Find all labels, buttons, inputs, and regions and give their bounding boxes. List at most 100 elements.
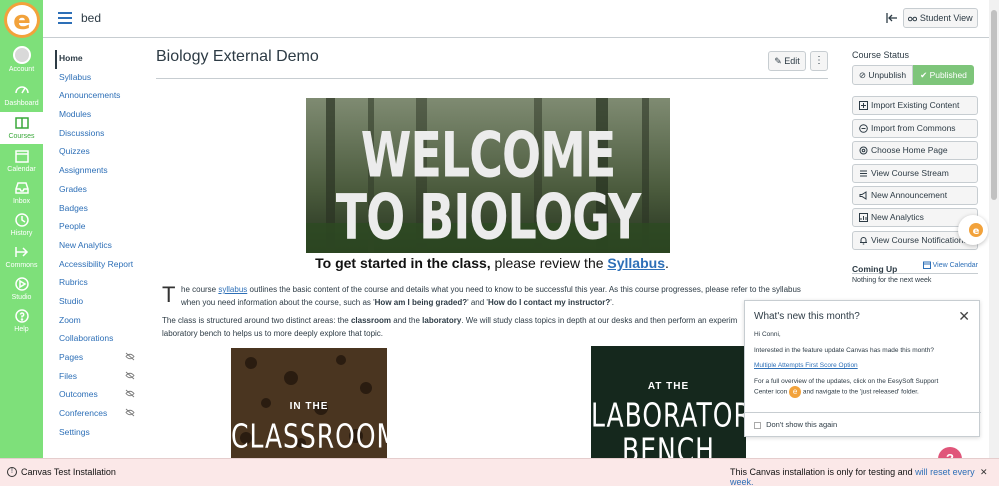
lab-caption-small: AT THE [647,381,690,392]
more-options-button[interactable]: ⋮ [810,51,828,71]
global-nav-courses[interactable]: Courses [0,112,43,144]
structure-text-a: The class is structured around two disti… [162,316,351,325]
intro-question-2: How do I contact my instructor? [487,298,611,307]
popup-greeting: Hi Conni, [754,331,781,338]
course-nav-label: Conferences [59,408,108,419]
global-nav-commons[interactable]: Commons [0,244,43,270]
lab-caption-big-2: BENCH [622,431,715,458]
megaphone-icon [859,191,867,200]
course-nav-discussions[interactable]: Discussions [55,125,140,144]
inbox-icon [14,182,29,194]
course-nav-rubrics[interactable]: Rubrics [55,274,140,293]
dont-show-checkbox[interactable] [754,421,761,429]
global-nav-studio[interactable]: Studio [0,276,43,302]
course-nav-label: Outcomes [59,389,98,400]
eesysoft-mini-icon: e [789,385,802,398]
global-nav-label: Commons [5,262,38,269]
info-icon: ! [7,467,17,477]
popup-feature-link[interactable]: Multiple Attempts First Score Option [754,362,858,369]
global-nav-history[interactable]: History [0,212,43,238]
course-nav-files[interactable]: Files [55,368,140,387]
intro-text-d: ' and ' [467,298,488,307]
edit-button[interactable]: ✎ Edit [768,51,806,71]
course-nav-grades[interactable]: Grades [55,181,140,200]
svg-text:e: e [973,226,980,237]
eesysoft-logo[interactable]: e [2,0,42,40]
analytics-icon [859,213,868,222]
collapse-sidebar-icon[interactable] [885,11,899,25]
unpublish-label: Unpublish [868,70,907,80]
global-nav-help[interactable]: Help [0,308,43,334]
course-nav-home[interactable]: Home [55,50,140,69]
choose-home-page-button[interactable]: Choose Home Page [852,141,978,160]
course-nav-outcomes[interactable]: Outcomes [55,386,140,405]
course-nav-syllabus[interactable]: Syllabus [55,69,140,88]
popup-line2b: Center icon [754,388,788,396]
commons-icon [859,124,868,133]
classroom-caption-small: IN THE [289,401,329,412]
course-nav-people[interactable]: People [55,218,140,237]
sidebar-button-label: New Analytics [871,212,924,222]
new-announcement-button[interactable]: New Announcement [852,186,978,205]
import-from-commons-button[interactable]: Import from Commons [852,119,978,138]
published-button[interactable]: ✔ Published [913,65,974,85]
eesysoft-support-tab[interactable]: e [958,215,988,245]
course-nav-announcements[interactable]: Announcements [55,87,140,106]
classroom-caption-big: CLASSROOM [231,417,387,456]
global-nav-calendar[interactable]: Calendar [0,148,43,174]
syllabus-inline-link[interactable]: syllabus [218,285,247,294]
unpublish-icon: ⊘ [858,70,866,80]
test-installation-banner: ! Canvas Test Installation This Canvas i… [0,458,999,486]
breadcrumb[interactable]: bed [81,11,101,25]
intro-text-b: outlines the basic content of the course… [247,285,801,294]
course-nav-pages[interactable]: Pages [55,349,140,368]
course-nav-settings[interactable]: Settings [55,424,140,443]
course-nav-assignments[interactable]: Assignments [55,162,140,181]
course-nav-badges[interactable]: Badges [55,200,140,219]
banner-close-icon[interactable]: ✕ [980,467,988,478]
global-nav-dashboard[interactable]: Dashboard [0,82,43,108]
coming-up-heading: Coming Up [852,264,898,274]
sidebar-button-label: New Announcement [871,190,948,200]
coming-up-section: Coming Up View Calendar [852,261,978,274]
classroom-image: IN THE CLASSROOM [231,348,387,458]
course-nav-accessibility-report[interactable]: Accessibility Report [55,256,140,275]
lab-caption-big-1: LABORATORY [591,396,746,435]
getting-started-rest: please review the [490,255,608,271]
eesysoft-icon: e [969,223,983,237]
course-nav-label: Pages [59,352,84,362]
page-scrollbar[interactable] [989,0,999,458]
hero-heading-line2: TO BIOLOGY [335,180,642,253]
unpublish-button[interactable]: ⊘ Unpublish [852,65,913,85]
import-existing-content-button[interactable]: Import Existing Content [852,96,978,115]
global-nav-label: Courses [8,133,35,140]
course-nav-quizzes[interactable]: Quizzes [55,143,140,162]
syllabus-link[interactable]: Syllabus [607,255,665,271]
global-nav-inbox[interactable]: Inbox [0,180,43,206]
commons-icon [14,247,28,257]
student-view-button[interactable]: Student View [903,8,978,28]
publish-toggle: ⊘ Unpublish ✔ Published [852,65,974,85]
course-nav-studio[interactable]: Studio [55,293,140,312]
course-nav-conferences[interactable]: Conferences [55,405,140,424]
sidebar-button-label: Import Existing Content [871,100,960,110]
dont-show-again-option[interactable]: Don't show this again [754,420,837,429]
hidden-eye-icon [125,371,135,380]
popup-line1: Interested in the feature update Canvas … [754,346,934,354]
scrollbar-thumb[interactable] [991,10,997,200]
edit-label: Edit [784,56,800,66]
course-nav-new-analytics[interactable]: New Analytics [55,237,140,256]
global-nav-account[interactable]: Account [0,46,43,74]
hidden-eye-icon [125,352,135,361]
sidebar-button-label: View Course Notifications [871,235,968,245]
view-course-stream-button[interactable]: View Course Stream [852,164,978,183]
course-nav-zoom[interactable]: Zoom [55,312,140,331]
course-nav-collaborations[interactable]: Collaborations [55,330,140,349]
global-nav: e Account Dashboard Courses Calendar Inb… [0,0,43,486]
dashboard-icon [14,86,29,94]
hamburger-menu-icon[interactable] [58,12,72,24]
close-icon[interactable]: ✕ [958,308,970,325]
view-calendar-link[interactable]: View Calendar [922,261,978,269]
getting-started-end: . [665,255,669,271]
course-nav-modules[interactable]: Modules [55,106,140,125]
